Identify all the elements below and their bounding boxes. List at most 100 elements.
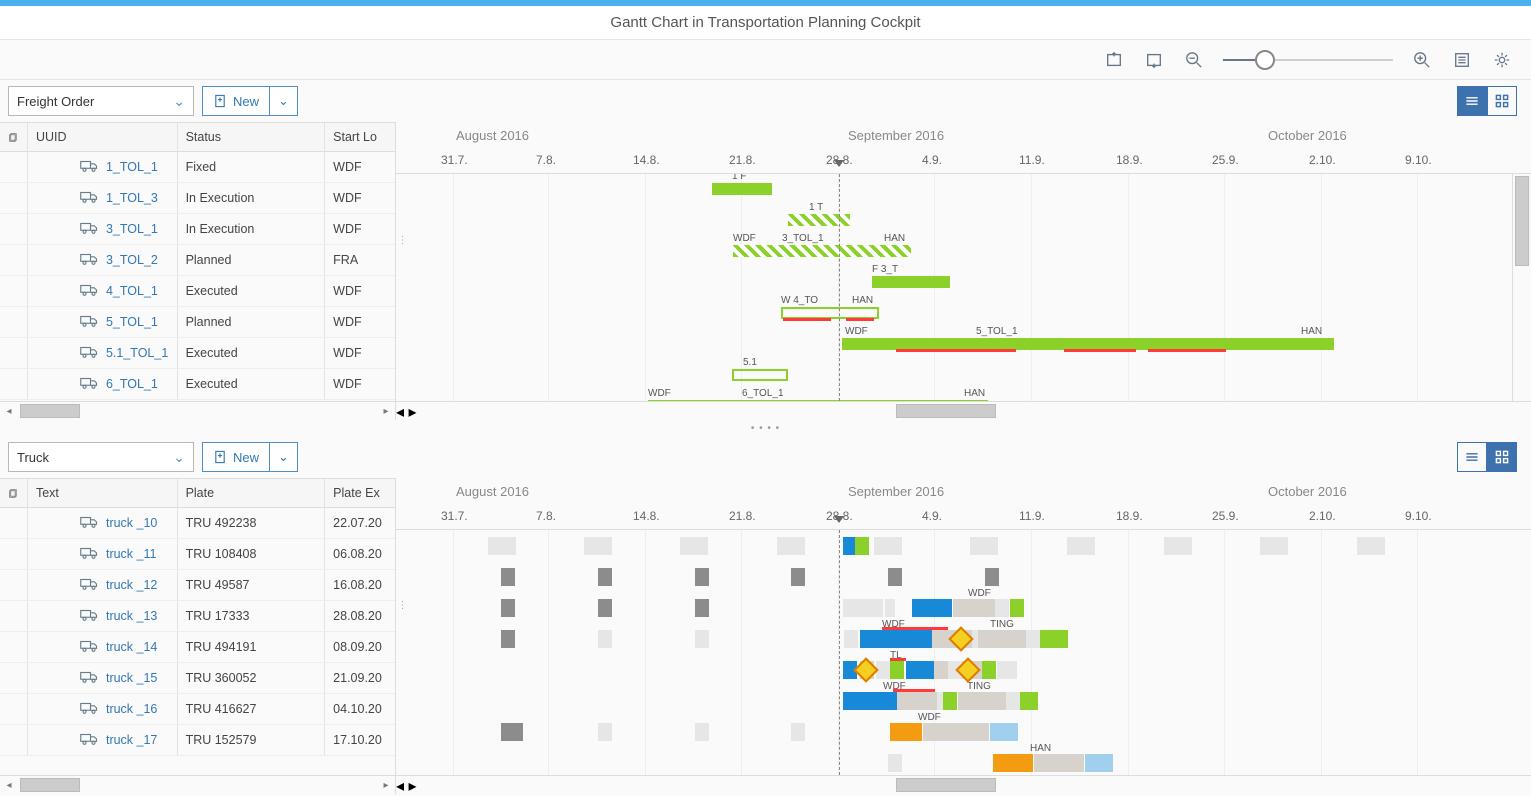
truck-type-select[interactable]: Truck ⌄ <box>8 442 194 472</box>
resource-bar[interactable] <box>888 754 902 772</box>
freight-table-hscroll[interactable]: ◂ ▸ <box>0 401 395 420</box>
new-menu-button[interactable]: ⌄ <box>270 86 298 116</box>
resource-bar[interactable] <box>695 568 709 586</box>
truck-link[interactable]: truck _11 <box>106 547 157 561</box>
uuid-link[interactable]: 5.1_TOL_1 <box>106 346 168 360</box>
table-row[interactable]: 5_TOL_1PlannedWDF <box>0 307 395 338</box>
settings-icon[interactable] <box>1491 49 1513 71</box>
table-row[interactable]: 3_TOL_1In ExecutionWDF <box>0 214 395 245</box>
resource-bar[interactable] <box>923 723 989 741</box>
table-row[interactable]: truck _10TRU 49223822.07.20 <box>0 508 395 539</box>
table-row[interactable]: truck _12TRU 4958716.08.20 <box>0 570 395 601</box>
col-plateexp[interactable]: Plate Ex <box>325 479 395 507</box>
uuid-link[interactable]: 1_TOL_1 <box>106 160 158 174</box>
resource-bar[interactable] <box>501 568 515 586</box>
resource-bar[interactable] <box>906 661 934 679</box>
resource-bar[interactable] <box>695 723 709 741</box>
view-list-button[interactable] <box>1457 86 1487 116</box>
zoom-out-icon[interactable] <box>1183 49 1205 71</box>
table-row[interactable]: 1_TOL_1FixedWDF <box>0 152 395 183</box>
uuid-link[interactable]: 4_TOL_1 <box>106 284 158 298</box>
resource-bar[interactable] <box>978 630 1026 648</box>
table-row[interactable]: 5.1_TOL_1ExecutedWDF <box>0 338 395 369</box>
truck-link[interactable]: truck _15 <box>106 671 157 685</box>
copy-column-icon[interactable] <box>0 479 28 507</box>
resource-bar[interactable] <box>1034 754 1084 772</box>
resource-bar[interactable] <box>1026 630 1040 648</box>
table-row[interactable]: truck _13TRU 1733328.08.20 <box>0 601 395 632</box>
table-row[interactable]: truck _15TRU 36005221.09.20 <box>0 663 395 694</box>
table-row[interactable]: 6_TOL_1ExecutedWDF <box>0 369 395 400</box>
resource-bar[interactable] <box>501 723 523 741</box>
resource-bar[interactable] <box>953 599 995 617</box>
new-truck-button[interactable]: New <box>202 442 270 472</box>
resource-bar[interactable] <box>844 630 858 648</box>
view-grid-button[interactable] <box>1487 86 1517 116</box>
col-uuid[interactable]: UUID <box>28 123 178 151</box>
panel-splitter[interactable]: • • • • <box>0 420 1531 436</box>
view-list-button[interactable] <box>1457 442 1487 472</box>
table-row[interactable]: truck _11TRU 10840806.08.20 <box>0 539 395 570</box>
resource-bar[interactable] <box>695 630 709 648</box>
table-row[interactable]: 3_TOL_2PlannedFRA <box>0 245 395 276</box>
resource-bar[interactable] <box>598 568 612 586</box>
resource-bar[interactable] <box>985 568 999 586</box>
resource-bar[interactable] <box>598 599 612 617</box>
table-row[interactable]: truck _14TRU 49419108.09.20 <box>0 632 395 663</box>
col-plate[interactable]: Plate <box>178 479 326 507</box>
truck-link[interactable]: truck _16 <box>106 702 157 716</box>
resource-bar[interactable] <box>890 723 922 741</box>
truck-link[interactable]: truck _13 <box>106 609 157 623</box>
resource-bar[interactable] <box>695 599 709 617</box>
resource-bar[interactable] <box>943 692 957 710</box>
resource-bar[interactable] <box>855 537 869 555</box>
resource-bar[interactable] <box>990 723 1018 741</box>
resource-bar[interactable] <box>958 692 1006 710</box>
gantt-bar[interactable] <box>733 245 911 257</box>
column-resize-handle[interactable]: ⋮ <box>396 80 408 401</box>
table-row[interactable]: 4_TOL_1ExecutedWDF <box>0 276 395 307</box>
resource-bar[interactable] <box>1010 599 1024 617</box>
col-startloc[interactable]: Start Lo <box>325 123 395 151</box>
truck-link[interactable]: truck _12 <box>106 578 157 592</box>
resource-bar[interactable] <box>598 723 612 741</box>
col-status[interactable]: Status <box>178 123 326 151</box>
zoom-slider[interactable] <box>1223 50 1393 70</box>
resource-bar[interactable] <box>791 568 805 586</box>
expand-out-icon[interactable] <box>1143 49 1165 71</box>
freight-type-select[interactable]: Freight Order ⌄ <box>8 86 194 116</box>
resource-bar[interactable] <box>1006 692 1020 710</box>
resource-bar[interactable] <box>843 692 897 710</box>
resource-bar[interactable] <box>860 630 932 648</box>
uuid-link[interactable]: 5_TOL_1 <box>106 315 158 329</box>
resource-bar[interactable] <box>888 568 902 586</box>
copy-column-icon[interactable] <box>0 123 28 151</box>
gantt-bar[interactable] <box>712 183 772 195</box>
truck-link[interactable]: truck _17 <box>106 733 157 747</box>
truck-link[interactable]: truck _10 <box>106 516 157 530</box>
resource-bar[interactable] <box>995 599 1009 617</box>
legend-icon[interactable] <box>1451 49 1473 71</box>
uuid-link[interactable]: 6_TOL_1 <box>106 377 158 391</box>
new-truck-menu-button[interactable]: ⌄ <box>270 442 298 472</box>
resource-bar[interactable] <box>501 630 515 648</box>
resource-bar[interactable] <box>1085 754 1113 772</box>
table-row[interactable]: truck _16TRU 41662704.10.20 <box>0 694 395 725</box>
gantt-bar[interactable] <box>872 276 950 288</box>
resource-bar[interactable] <box>997 661 1017 679</box>
view-grid-button[interactable] <box>1487 442 1517 472</box>
resource-bar[interactable] <box>890 661 904 679</box>
resource-bar[interactable] <box>897 692 937 710</box>
gantt-bar[interactable] <box>788 214 850 226</box>
resource-bar[interactable] <box>993 754 1033 772</box>
resource-bar[interactable] <box>885 599 895 617</box>
truck-table-hscroll[interactable]: ◂ ▸ <box>0 775 395 794</box>
uuid-link[interactable]: 3_TOL_2 <box>106 253 158 267</box>
resource-bar[interactable] <box>843 599 871 617</box>
resource-bar[interactable] <box>598 630 612 648</box>
resource-bar[interactable] <box>1040 630 1068 648</box>
resource-bar[interactable] <box>1020 692 1038 710</box>
resource-bar[interactable] <box>912 599 952 617</box>
resource-bar[interactable] <box>871 599 883 617</box>
resource-bar[interactable] <box>843 537 855 555</box>
